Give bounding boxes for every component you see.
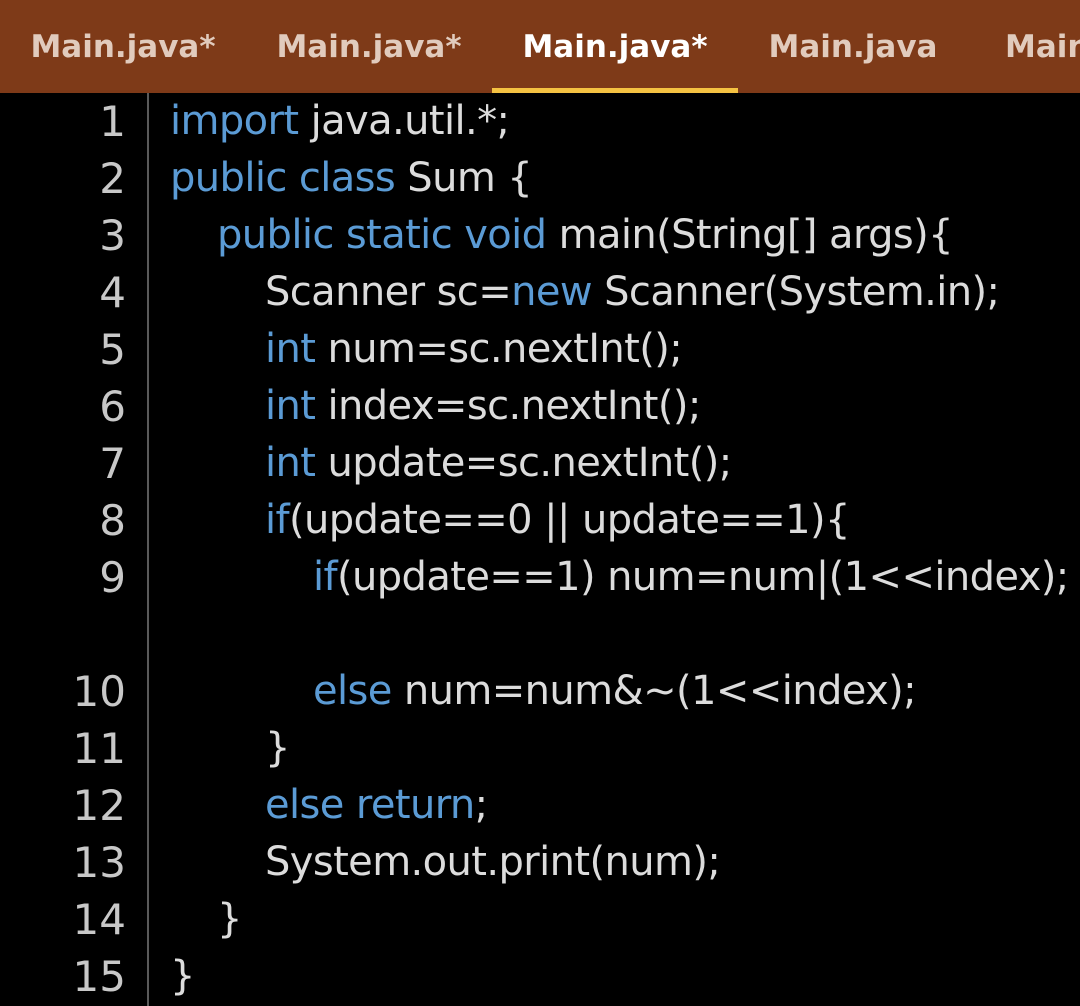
- line-text: }: [217, 891, 242, 948]
- line-text: int index=sc.nextInt();: [265, 378, 701, 435]
- code-token: ;: [474, 782, 488, 828]
- code-token: }: [170, 953, 195, 999]
- keyword-token: int: [265, 383, 316, 429]
- line-text: public static void main(String[] args){: [217, 207, 954, 264]
- line-number: 6: [99, 382, 126, 431]
- line-text: if(update==1) num=num|(1<<index);: [313, 549, 1069, 606]
- code-token: }: [217, 896, 242, 942]
- code-token: Sum {: [395, 155, 533, 201]
- line-number: 13: [72, 838, 126, 887]
- code-line-12[interactable]: 12 else return;: [0, 777, 1080, 834]
- code-line-8[interactable]: 8 if(update==0 || update==1){: [0, 492, 1080, 549]
- keyword-token: else: [313, 668, 392, 714]
- keyword-token: else return: [265, 782, 475, 828]
- code-token: Scanner(System.in);: [592, 269, 1000, 315]
- code-token: System.out.print(num);: [265, 839, 721, 885]
- code-line-3[interactable]: 3 public static void main(String[] args)…: [0, 207, 1080, 264]
- code-token: num=sc.nextInt();: [315, 326, 683, 372]
- line-number: 10: [72, 667, 126, 716]
- code-token: update=sc.nextInt();: [315, 440, 732, 486]
- keyword-token: import: [170, 98, 299, 144]
- code-token: num=num&~(1<<index);: [391, 668, 917, 714]
- line-number: 8: [99, 496, 126, 545]
- code-lines: 1 import java.util.*; 2 public class Sum…: [0, 93, 1080, 1005]
- code-line-13[interactable]: 13 System.out.print(num);: [0, 834, 1080, 891]
- tab-main-java-1[interactable]: Main.java*: [0, 0, 246, 93]
- line-number: 9: [99, 553, 126, 602]
- tab-main-java-4[interactable]: Main.java: [738, 0, 968, 93]
- code-line-6[interactable]: 6 int index=sc.nextInt();: [0, 378, 1080, 435]
- code-line-11[interactable]: 11 }: [0, 720, 1080, 777]
- code-line-2[interactable]: 2 public class Sum {: [0, 150, 1080, 207]
- code-token: (update==0 || update==1){: [289, 497, 850, 543]
- line-number: 15: [72, 952, 126, 1001]
- line-text: else return;: [265, 777, 488, 834]
- line-text: public class Sum {: [170, 150, 533, 207]
- code-token: index=sc.nextInt();: [315, 383, 701, 429]
- line-number: 4: [99, 268, 126, 317]
- code-line-15[interactable]: 15 }: [0, 948, 1080, 1005]
- code-token: }: [265, 725, 290, 771]
- code-line-5[interactable]: 5 int num=sc.nextInt();: [0, 321, 1080, 378]
- code-line-1[interactable]: 1 import java.util.*;: [0, 93, 1080, 150]
- code-token: java.util.*;: [298, 98, 510, 144]
- code-line-4[interactable]: 4 Scanner sc=new Scanner(System.in);: [0, 264, 1080, 321]
- line-text: import java.util.*;: [170, 93, 510, 150]
- keyword-token: int: [265, 326, 316, 372]
- keyword-token: new: [511, 269, 593, 315]
- line-text: int update=sc.nextInt();: [265, 435, 732, 492]
- line-text: if(update==0 || update==1){: [265, 492, 850, 549]
- tab-main-5[interactable]: Main: [968, 0, 1080, 93]
- keyword-token: public class: [170, 155, 396, 201]
- line-text: Scanner sc=new Scanner(System.in);: [265, 264, 1000, 321]
- keyword-token: if: [313, 554, 338, 600]
- line-text: System.out.print(num);: [265, 834, 721, 891]
- tab-main-java-2[interactable]: Main.java*: [246, 0, 492, 93]
- keyword-token: int: [265, 440, 316, 486]
- line-text: }: [265, 720, 290, 777]
- line-text: else num=num&~(1<<index);: [313, 663, 917, 720]
- code-line-10[interactable]: 10 else num=num&~(1<<index);: [0, 606, 1080, 720]
- keyword-token: if: [265, 497, 290, 543]
- line-text: int num=sc.nextInt();: [265, 321, 683, 378]
- line-number: 14: [72, 895, 126, 944]
- code-token: main(String[] args){: [546, 212, 954, 258]
- line-number: 7: [99, 439, 126, 488]
- keyword-token: public static void: [217, 212, 547, 258]
- line-number: 2: [99, 154, 126, 203]
- code-area[interactable]: 1 import java.util.*; 2 public class Sum…: [0, 93, 1080, 1006]
- line-number: 1: [99, 97, 126, 146]
- tab-main-java-active[interactable]: Main.java*: [492, 0, 738, 93]
- line-number: 5: [99, 325, 126, 374]
- line-number: 12: [72, 781, 126, 830]
- line-number: 11: [72, 724, 126, 773]
- code-token: (update==1) num=num|(1<<index);: [337, 554, 1069, 600]
- code-line-9[interactable]: 9 if(update==1) num=num|(1<<index);: [0, 549, 1080, 606]
- code-token: Scanner sc=: [265, 269, 512, 315]
- code-line-14[interactable]: 14 }: [0, 891, 1080, 948]
- tab-bar: Main.java* Main.java* Main.java* Main.ja…: [0, 0, 1080, 93]
- code-line-7[interactable]: 7 int update=sc.nextInt();: [0, 435, 1080, 492]
- line-text: }: [170, 948, 195, 1005]
- code-editor-app: Main.java* Main.java* Main.java* Main.ja…: [0, 0, 1080, 1006]
- line-number: 3: [99, 211, 126, 260]
